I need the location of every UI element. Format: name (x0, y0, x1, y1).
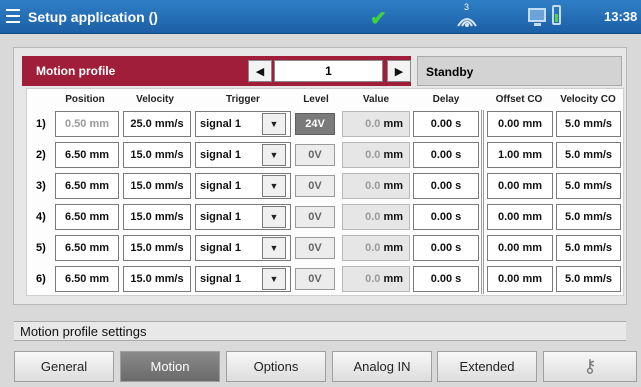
checkmark-icon: ✔ (370, 8, 387, 30)
row-label: 3) (36, 180, 46, 192)
header-offset-co: Offset CO (495, 94, 543, 105)
battery-icon (552, 5, 561, 25)
offset-co-field[interactable]: 0.00 mm (487, 266, 553, 292)
status-display: Standby (417, 56, 622, 86)
level-toggle[interactable]: 0V (295, 268, 335, 290)
position-field[interactable]: 6.50 mm (55, 173, 119, 199)
previous-profile-button[interactable]: ◀ (248, 60, 272, 82)
header-velocity: Velocity (136, 94, 174, 105)
velocity-co-field[interactable]: 5.0 mm/s (556, 142, 621, 168)
tab-analog-in[interactable]: Analog IN (332, 351, 432, 382)
velocity-co-field[interactable]: 5.0 mm/s (556, 266, 621, 292)
velocity-field[interactable]: 25.0 mm/s (123, 111, 191, 137)
velocity-field[interactable]: 15.0 mm/s (123, 266, 191, 292)
computer-icon (528, 8, 546, 26)
row-label: 4) (36, 211, 46, 223)
next-profile-button[interactable]: ▶ (387, 60, 411, 82)
value-unit: mm (383, 180, 403, 192)
profile-number-field[interactable]: 1 (274, 60, 383, 82)
offset-co-field[interactable]: 0.00 mm (487, 235, 553, 261)
offset-co-field[interactable]: 0.00 mm (487, 111, 553, 137)
position-field[interactable]: 6.50 mm (55, 266, 119, 292)
tab-general[interactable]: General (14, 351, 114, 382)
value-number: 0.0 (365, 242, 381, 254)
position-field[interactable]: 6.50 mm (55, 142, 119, 168)
tab-extended[interactable]: Extended (437, 351, 537, 382)
velocity-co-field[interactable]: 5.0 mm/s (556, 111, 621, 137)
position-field[interactable]: 6.50 mm (55, 204, 119, 230)
header-velocity-co: Velocity CO (560, 94, 616, 105)
delay-field[interactable]: 0.00 s (413, 173, 479, 199)
offset-co-field[interactable]: 1.00 mm (487, 142, 553, 168)
value-number: 0.0 (365, 118, 381, 130)
header-value: Value (362, 94, 390, 105)
level-toggle[interactable]: 0V (295, 144, 335, 166)
position-field[interactable]: 0.50 mm (55, 111, 119, 137)
clock: 13:38 (604, 9, 638, 24)
value-unit: mm (383, 242, 403, 254)
value-number: 0.0 (365, 149, 381, 161)
title-bar: Setup application () ✔ 3 13:38 (0, 0, 641, 34)
level-toggle[interactable]: 0V (295, 175, 335, 197)
row-label: 1) (36, 118, 46, 130)
key-icon: ⚷ (583, 356, 597, 376)
value-field: 0.0 mm (342, 111, 410, 137)
delay-field[interactable]: 0.00 s (413, 235, 479, 261)
delay-field[interactable]: 0.00 s (413, 266, 479, 292)
value-number: 0.0 (365, 211, 381, 223)
delay-field[interactable]: 0.00 s (413, 204, 479, 230)
tab-options[interactable]: Options (226, 351, 326, 382)
offset-co-field[interactable]: 0.00 mm (487, 204, 553, 230)
row-label: 5) (36, 242, 46, 254)
value-number: 0.0 (365, 273, 381, 285)
signal-number: 3 (464, 2, 470, 12)
value-number: 0.0 (365, 180, 381, 192)
header-trigger: Trigger (226, 94, 260, 105)
value-field: 0.0 mm (342, 235, 410, 261)
dropdown-arrow-icon[interactable]: ▼ (262, 175, 286, 197)
dropdown-arrow-icon[interactable]: ▼ (262, 206, 286, 228)
value-unit: mm (383, 273, 403, 285)
level-toggle[interactable]: 0V (295, 206, 335, 228)
level-toggle[interactable]: 0V (295, 237, 335, 259)
value-unit: mm (383, 211, 403, 223)
header-position: Position (65, 94, 105, 105)
position-field[interactable]: 6.50 mm (55, 235, 119, 261)
velocity-field[interactable]: 15.0 mm/s (123, 142, 191, 168)
header-delay: Delay (432, 94, 460, 105)
value-unit: mm (383, 149, 403, 161)
velocity-co-field[interactable]: 5.0 mm/s (556, 235, 621, 261)
settings-section-label: Motion profile settings (14, 321, 626, 341)
dropdown-arrow-icon[interactable]: ▼ (262, 144, 286, 166)
value-unit: mm (383, 118, 403, 130)
value-field: 0.0 mm (342, 173, 410, 199)
app-title: Setup application () (28, 9, 158, 25)
dropdown-arrow-icon[interactable]: ▼ (262, 113, 286, 135)
column-separator (481, 110, 484, 294)
velocity-field[interactable]: 15.0 mm/s (123, 204, 191, 230)
hamburger-menu-icon[interactable] (6, 9, 20, 23)
delay-field[interactable]: 0.00 s (413, 111, 479, 137)
header-level: Level (303, 94, 329, 105)
row-label: 6) (36, 273, 46, 285)
profile-bar: Motion profile ◀ 1 ▶ Standby (22, 56, 622, 86)
value-field: 0.0 mm (342, 142, 410, 168)
row-label: 2) (36, 149, 46, 161)
delay-field[interactable]: 0.00 s (413, 142, 479, 168)
velocity-co-field[interactable]: 5.0 mm/s (556, 173, 621, 199)
value-field: 0.0 mm (342, 266, 410, 292)
tab-tools[interactable]: ⚷ (543, 351, 637, 382)
velocity-field[interactable]: 15.0 mm/s (123, 235, 191, 261)
velocity-field[interactable]: 15.0 mm/s (123, 173, 191, 199)
dropdown-arrow-icon[interactable]: ▼ (262, 268, 286, 290)
velocity-co-field[interactable]: 5.0 mm/s (556, 204, 621, 230)
level-toggle[interactable]: 24V (295, 113, 335, 135)
dropdown-arrow-icon[interactable]: ▼ (262, 237, 286, 259)
tab-motion[interactable]: Motion (120, 351, 220, 382)
offset-co-field[interactable]: 0.00 mm (487, 173, 553, 199)
value-field: 0.0 mm (342, 204, 410, 230)
